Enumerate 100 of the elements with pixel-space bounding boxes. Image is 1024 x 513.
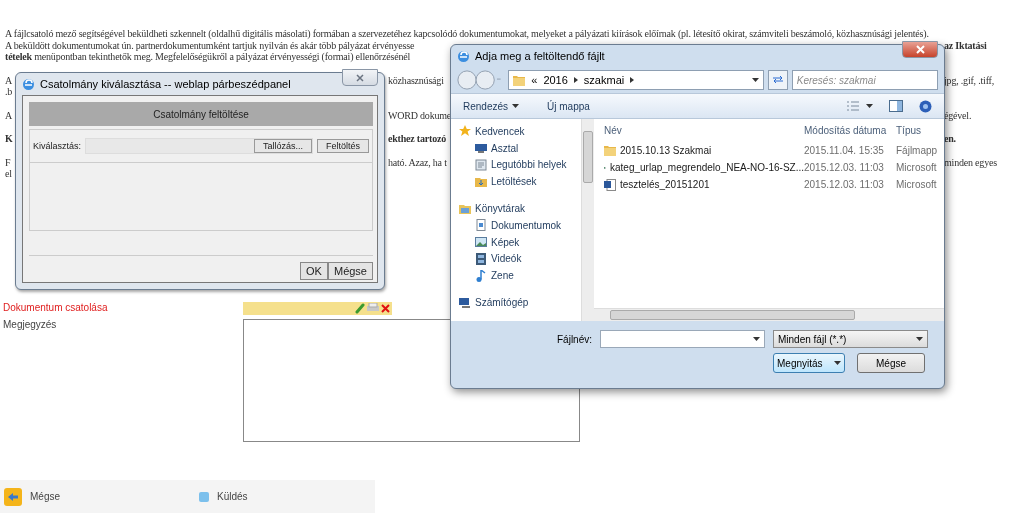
file-name[interactable]: tesztelés_20151201 (604, 177, 804, 192)
caret-icon (834, 361, 841, 365)
file-type: Microsoft (896, 178, 938, 192)
computer-icon (459, 296, 471, 309)
view-options-icon[interactable] (847, 101, 873, 111)
send-icon (199, 491, 209, 502)
paragraph-text: K (5, 133, 13, 144)
horizontal-scrollbar[interactable] (594, 308, 944, 321)
film-icon (475, 252, 487, 265)
filename-label: Fájlnév: (557, 333, 592, 345)
delete-icon[interactable] (381, 303, 390, 313)
breadcrumb[interactable]: szakmai (583, 74, 625, 86)
paragraph-text: A (5, 109, 13, 121)
download-folder-icon (475, 175, 487, 188)
paragraph-text: el (5, 168, 12, 179)
open-button[interactable]: Megnyitás (773, 353, 845, 373)
cancel-button[interactable]: Mégse (0, 487, 195, 506)
paragraph-text: közhasznúsági (388, 74, 444, 86)
chevron-right-icon (630, 77, 635, 83)
close-button[interactable] (902, 41, 938, 58)
breadcrumb[interactable]: 2016 (543, 74, 568, 86)
paragraph-text: F (5, 156, 11, 168)
column-header[interactable]: Típus (896, 119, 944, 141)
cancel-button[interactable]: Mégse (327, 262, 373, 280)
window-title: Csatolmány kiválasztása -- weblap párbeszédpanel (40, 78, 292, 90)
send-button[interactable]: Küldés (195, 491, 315, 502)
filename-field[interactable] (600, 330, 765, 348)
search-field[interactable]: Keresés: szakmai (791, 70, 938, 90)
modified-date: 2015.12.03. 11:03 (804, 161, 885, 175)
monitor-icon (475, 142, 487, 155)
nav-item[interactable]: Videók (459, 250, 581, 268)
field-label: Kiválasztás: (33, 141, 82, 151)
scrollbar-thumb[interactable] (583, 131, 593, 183)
nav-item[interactable]: Dokumentumok (459, 217, 581, 234)
paragraph-text: ható. Azaz, ha t (388, 156, 447, 168)
chevron-right-icon (573, 77, 578, 83)
paragraph-text: égével. (944, 109, 972, 121)
column-header[interactable]: Név (604, 119, 804, 141)
attachment-label: Dokumentum csatolása (2, 301, 109, 313)
modified-date: 2015.11.04. 15:35 (804, 144, 885, 158)
file-name[interactable]: 2015.10.13 Szakmai (604, 143, 804, 158)
attachment-bar[interactable] (243, 301, 392, 315)
dropdown-caret-icon (751, 78, 759, 82)
close-icon (915, 45, 925, 54)
folder-icon (604, 145, 616, 156)
file-type-select[interactable]: Minden fájl (*.*) (773, 330, 928, 348)
file-type: Microsoft (896, 161, 938, 175)
browser-icon (457, 49, 470, 63)
file-name[interactable]: kateg_urlap_megrendelo_NEA-NO-16-SZ... (604, 160, 804, 175)
library-folder-icon (459, 202, 471, 215)
printer-icon[interactable] (367, 303, 379, 313)
window-title: Adja meg a feltöltendő fájlt (475, 50, 606, 62)
preview-pane-icon[interactable] (889, 100, 903, 112)
refresh-icon (771, 74, 784, 84)
document-icon (475, 219, 487, 232)
folder-icon (513, 74, 526, 86)
browser-icon (22, 77, 35, 91)
file-type: Fájlmapp (896, 144, 939, 158)
overflow-chevron[interactable]: « (531, 74, 538, 86)
note-label: Megjegyzés (2, 318, 58, 330)
paragraph-text: WORD dokume (388, 109, 452, 121)
paragraph-text: A fájlcsatoló mező segítségével beküldheti szkennelt (oldalhű digitális másolati) formában a szervezetéhez kapcsolódó dokumentumokat, melyeket a pályázati kiírások előírnak (pl. létesítő okirat, számviteli beszámoló, közhasznúsági jelentés). (5, 28, 929, 39)
caret-icon (512, 104, 520, 108)
refresh-button[interactable] (767, 70, 788, 90)
modified-date: 2015.12.03. 11:03 (804, 178, 885, 192)
caret-icon (916, 337, 923, 341)
nav-item[interactable]: Zene (459, 267, 581, 285)
paragraph-text: az Iktatási (944, 39, 987, 51)
paragraph-text: A beküldött dokumentumokat ún. partnerdokumentumként tartjuk nyilván és akár több pályázat érvényesse (5, 39, 415, 51)
recent-places-icon (475, 159, 487, 171)
nav-item[interactable]: Legutóbbi helyek (459, 156, 581, 174)
cancel-button[interactable]: Mégse (857, 353, 925, 373)
file-field[interactable]: Tallózás... (85, 138, 313, 154)
ok-button[interactable]: OK (300, 262, 328, 280)
browse-button[interactable]: Tallózás... (253, 139, 312, 153)
nav-item[interactable]: Asztal (459, 139, 581, 157)
upload-button[interactable]: Feltöltés (317, 139, 369, 153)
close-button[interactable] (342, 69, 378, 86)
address-bar[interactable]: « 2016 szakmai (508, 70, 764, 90)
nav-item[interactable]: Könyvtárak (459, 200, 581, 217)
paragraph-text: en. (944, 133, 956, 144)
paragraph-text: ekthez tartozó (388, 133, 446, 144)
paragraph-text: tételek menüpontban tekinthetők meg. Megfelelőségükről a pályázat érvényességi (formai) ellenőrzésénél (5, 51, 410, 62)
nav-item[interactable]: Számítógép (459, 294, 581, 311)
scrollbar-thumb[interactable] (610, 310, 855, 320)
nav-item[interactable]: Kedvencek (459, 123, 581, 140)
panel-header: Csatolmány feltöltése (29, 102, 373, 126)
toolbar-button[interactable]: Rendezés (463, 100, 520, 112)
column-header[interactable]: Módosítás dátuma (804, 119, 896, 141)
toolbar-button[interactable]: Új mappa (547, 100, 590, 112)
close-icon (356, 73, 364, 82)
help-icon[interactable] (919, 99, 932, 113)
caret-icon (753, 337, 760, 341)
paragraph-text: minden egyes (944, 156, 997, 168)
scrollbar[interactable] (581, 119, 594, 321)
paragraph-text: A (5, 74, 13, 86)
nav-item[interactable]: Letöltések (459, 173, 581, 191)
paragraph-text: .b (5, 86, 13, 97)
star-icon (459, 125, 471, 138)
nav-item[interactable]: Képek (459, 233, 581, 251)
